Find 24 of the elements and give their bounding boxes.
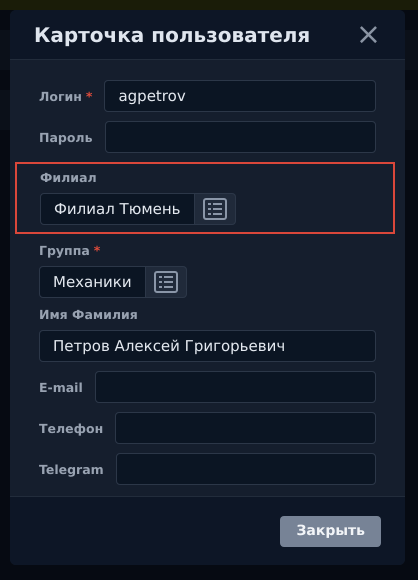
field-label: Группа * bbox=[39, 243, 102, 258]
input-field[interactable] bbox=[116, 453, 376, 485]
close-button[interactable]: × bbox=[356, 20, 381, 50]
field-label: Филиал bbox=[40, 170, 98, 185]
list-icon bbox=[202, 198, 227, 220]
field-label: Имя Фамилия bbox=[39, 307, 139, 322]
list-button[interactable] bbox=[146, 266, 187, 298]
dialog-title: Карточка пользователя bbox=[34, 22, 310, 46]
list-icon bbox=[154, 271, 178, 293]
required-mark: * bbox=[94, 243, 100, 258]
input-field[interactable] bbox=[94, 371, 376, 403]
field-label: Telegram bbox=[39, 462, 104, 476]
input-field[interactable]: agpetrov bbox=[104, 80, 376, 112]
picker-value[interactable]: Филиал Тюмень bbox=[40, 193, 195, 225]
field-label: Пароль bbox=[39, 130, 92, 144]
input-field[interactable] bbox=[115, 412, 376, 444]
field-label: E-mail bbox=[39, 380, 83, 394]
required-mark: * bbox=[86, 88, 92, 104]
field-label: Телефон bbox=[39, 420, 104, 436]
picker-value[interactable]: Механики bbox=[39, 266, 146, 298]
list-button[interactable] bbox=[194, 193, 236, 225]
input-field[interactable] bbox=[104, 121, 376, 153]
field-label: Логин * bbox=[39, 88, 92, 104]
input-field[interactable]: Петров Алексей Григорьевич bbox=[39, 330, 376, 362]
